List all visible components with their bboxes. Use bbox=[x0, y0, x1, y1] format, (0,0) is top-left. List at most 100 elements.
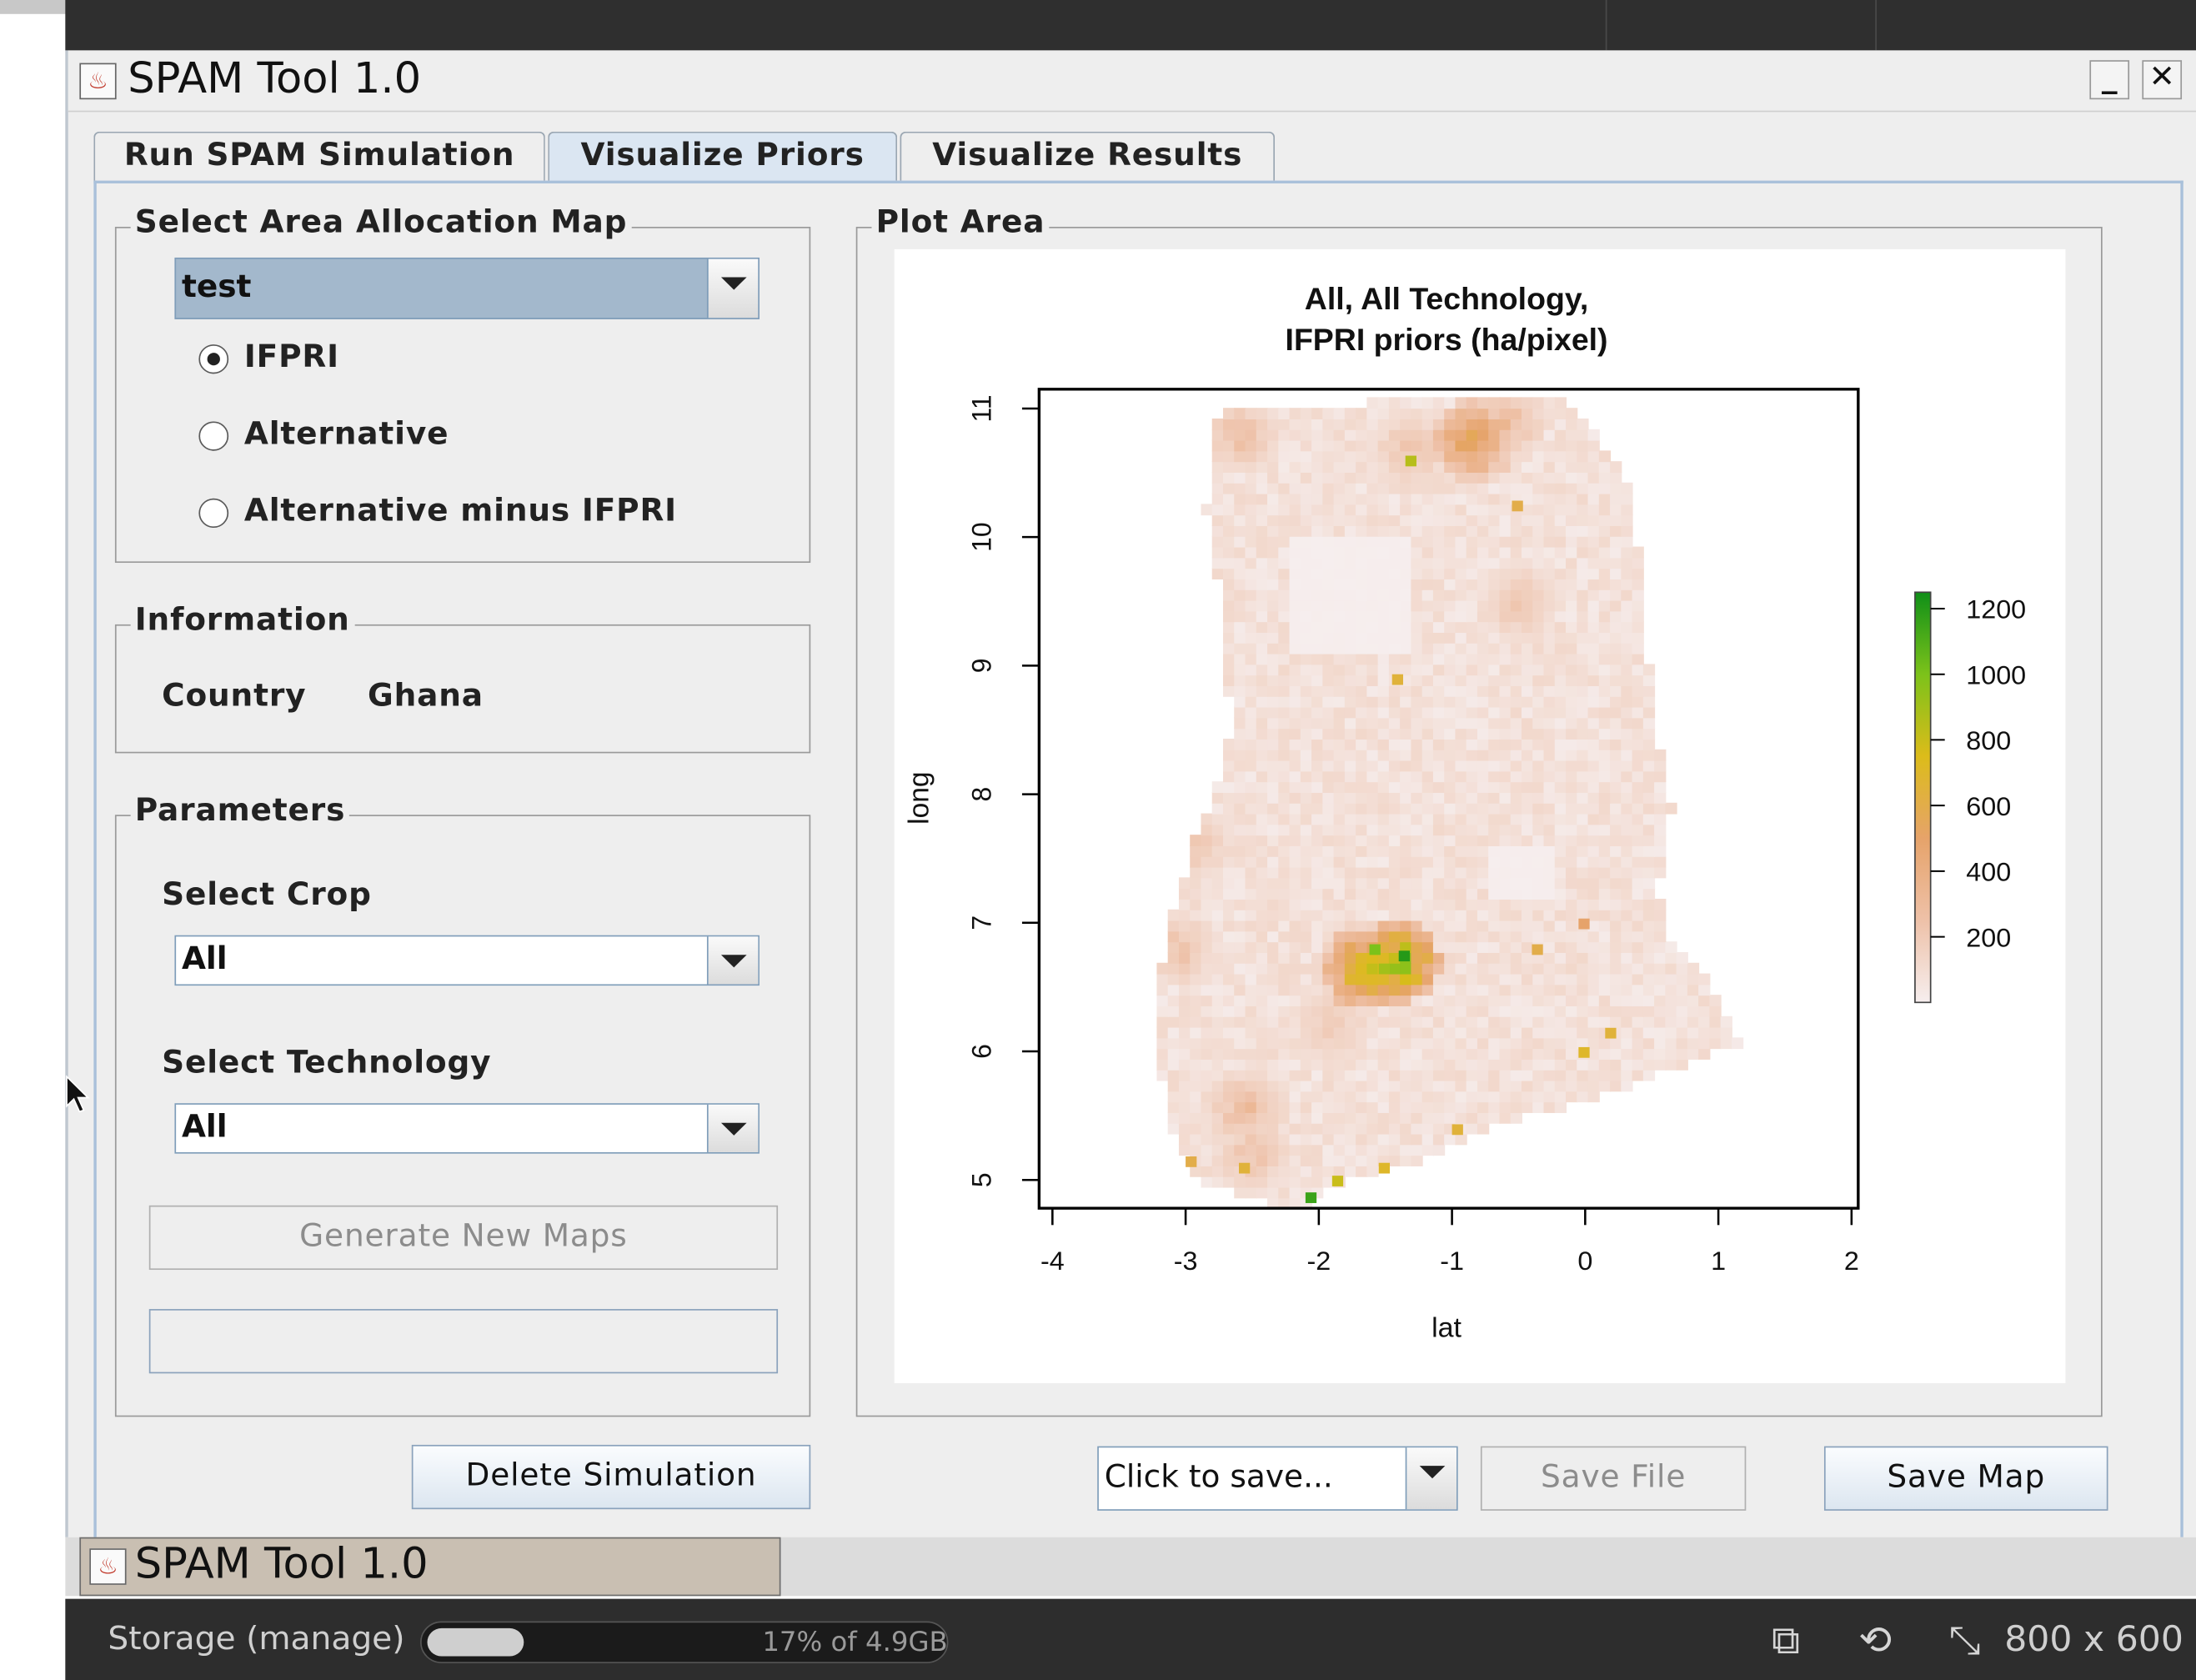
taskbar-item-spam-tool[interactable]: ♨ SPAM Tool 1.0 bbox=[79, 1537, 781, 1597]
map-cell bbox=[1234, 429, 1246, 441]
map-cell bbox=[1300, 845, 1313, 857]
map-cell bbox=[1267, 791, 1280, 804]
map-cell bbox=[1466, 1122, 1478, 1135]
map-cell bbox=[1366, 995, 1379, 1006]
map-cell bbox=[1411, 653, 1423, 665]
map-cell bbox=[1676, 984, 1688, 996]
minimize-button[interactable]: _ bbox=[2089, 60, 2130, 100]
map-cell bbox=[1432, 898, 1446, 910]
map-cell bbox=[1488, 835, 1501, 846]
map-cell bbox=[1156, 1026, 1169, 1039]
map-cell bbox=[1300, 471, 1313, 484]
refresh-icon[interactable]: ⟲ bbox=[1847, 1616, 1903, 1666]
map-cell bbox=[1300, 706, 1313, 719]
progress-text-field[interactable] bbox=[148, 1309, 779, 1374]
delete-simulation-button[interactable]: Delete Simulation bbox=[411, 1444, 811, 1510]
map-cell bbox=[1432, 984, 1446, 996]
map-cell bbox=[1300, 524, 1313, 537]
map-cell bbox=[1499, 653, 1512, 665]
map-cell bbox=[1356, 493, 1368, 505]
y-tick-label: 9 bbox=[966, 659, 996, 674]
map-cell bbox=[1344, 845, 1357, 857]
map-cell bbox=[1521, 439, 1534, 452]
tab-visualize-priors[interactable]: Visualize Priors bbox=[548, 131, 898, 185]
map-cell bbox=[1532, 450, 1545, 463]
area-map-select[interactable]: test bbox=[174, 257, 760, 319]
save-file-button[interactable]: Save File bbox=[1480, 1446, 1747, 1511]
window-title-bar[interactable]: ♨ SPAM Tool 1.0 _ ✕ bbox=[68, 50, 2196, 113]
map-cell bbox=[1665, 951, 1677, 964]
map-cell bbox=[1577, 813, 1589, 825]
popout-icon[interactable]: ⧉ bbox=[1757, 1616, 1814, 1666]
map-cell bbox=[1311, 1122, 1324, 1135]
map-cell bbox=[1566, 675, 1578, 686]
map-cell bbox=[1411, 1091, 1423, 1103]
map-cell bbox=[1566, 557, 1578, 569]
map-cell bbox=[1178, 888, 1191, 900]
map-cell bbox=[1267, 493, 1280, 505]
generate-new-maps-button[interactable]: Generate New Maps bbox=[148, 1205, 779, 1271]
map-cell bbox=[1510, 824, 1523, 836]
map-cell bbox=[1356, 898, 1368, 910]
map-cell bbox=[1289, 653, 1301, 665]
map-cell bbox=[1532, 995, 1545, 1006]
chevron-down-icon[interactable] bbox=[706, 1104, 759, 1152]
map-cell bbox=[1322, 653, 1335, 665]
map-cell bbox=[1377, 1026, 1390, 1039]
save-format-select[interactable]: Click to save... bbox=[1097, 1446, 1458, 1511]
map-cell bbox=[1388, 877, 1401, 890]
map-cell bbox=[1510, 568, 1523, 579]
map-cell bbox=[1366, 642, 1379, 654]
map-cell bbox=[1577, 835, 1589, 846]
technology-select[interactable]: All bbox=[174, 1103, 760, 1154]
map-cell bbox=[1488, 995, 1501, 1006]
close-button[interactable]: ✕ bbox=[2142, 60, 2183, 100]
x-tick-label: 1 bbox=[1711, 1246, 1726, 1276]
map-cell bbox=[1455, 791, 1467, 804]
map-cell bbox=[1356, 877, 1368, 890]
storage-manage-link[interactable]: Storage (manage) bbox=[108, 1622, 404, 1658]
map-cell bbox=[1632, 866, 1644, 879]
map-cell bbox=[1222, 1165, 1236, 1177]
map-cell bbox=[1421, 866, 1434, 879]
map-cell bbox=[1598, 802, 1612, 815]
map-cell bbox=[1234, 1069, 1246, 1081]
map-cell bbox=[1289, 631, 1301, 644]
map-cell bbox=[1554, 471, 1567, 484]
resize-icon[interactable]: ⤡ bbox=[1936, 1616, 1993, 1666]
map-cell bbox=[1577, 418, 1589, 430]
map-cell bbox=[1554, 439, 1567, 452]
map-cell bbox=[1211, 546, 1225, 559]
map-cell bbox=[1178, 1016, 1191, 1028]
chevron-down-icon[interactable] bbox=[1405, 1447, 1456, 1510]
map-cell bbox=[1654, 1037, 1667, 1050]
map-cell bbox=[1455, 898, 1467, 910]
chevron-down-icon[interactable] bbox=[706, 258, 759, 318]
map-cell bbox=[1245, 984, 1257, 996]
map-cell bbox=[1322, 984, 1335, 996]
map-cell bbox=[1411, 408, 1423, 419]
map-cell bbox=[1466, 984, 1478, 996]
map-cell bbox=[1577, 738, 1589, 750]
map-cell bbox=[1444, 578, 1456, 590]
map-cell bbox=[1521, 898, 1534, 910]
map-cell bbox=[1311, 631, 1324, 644]
map-cell bbox=[1201, 1144, 1213, 1156]
chevron-down-icon[interactable] bbox=[706, 936, 759, 985]
tab-visualize-results[interactable]: Visualize Results bbox=[900, 131, 1276, 183]
map-cell bbox=[1543, 781, 1556, 793]
map-cell bbox=[1621, 1058, 1633, 1071]
map-cell bbox=[1621, 642, 1633, 654]
save-map-button[interactable]: Save Map bbox=[1823, 1446, 2108, 1511]
map-cell bbox=[1510, 429, 1523, 441]
map-cell bbox=[1532, 514, 1545, 526]
map-cell bbox=[1499, 888, 1512, 900]
map-cell bbox=[1211, 1037, 1225, 1050]
map-cell bbox=[1333, 642, 1346, 654]
map-cell bbox=[1432, 706, 1446, 719]
map-cell bbox=[1400, 1016, 1412, 1028]
map-cell bbox=[1322, 1026, 1335, 1039]
map-cell bbox=[1278, 535, 1291, 548]
crop-select[interactable]: All bbox=[174, 935, 760, 986]
tab-run-spam-simulation[interactable]: Run SPAM Simulation bbox=[93, 131, 545, 183]
